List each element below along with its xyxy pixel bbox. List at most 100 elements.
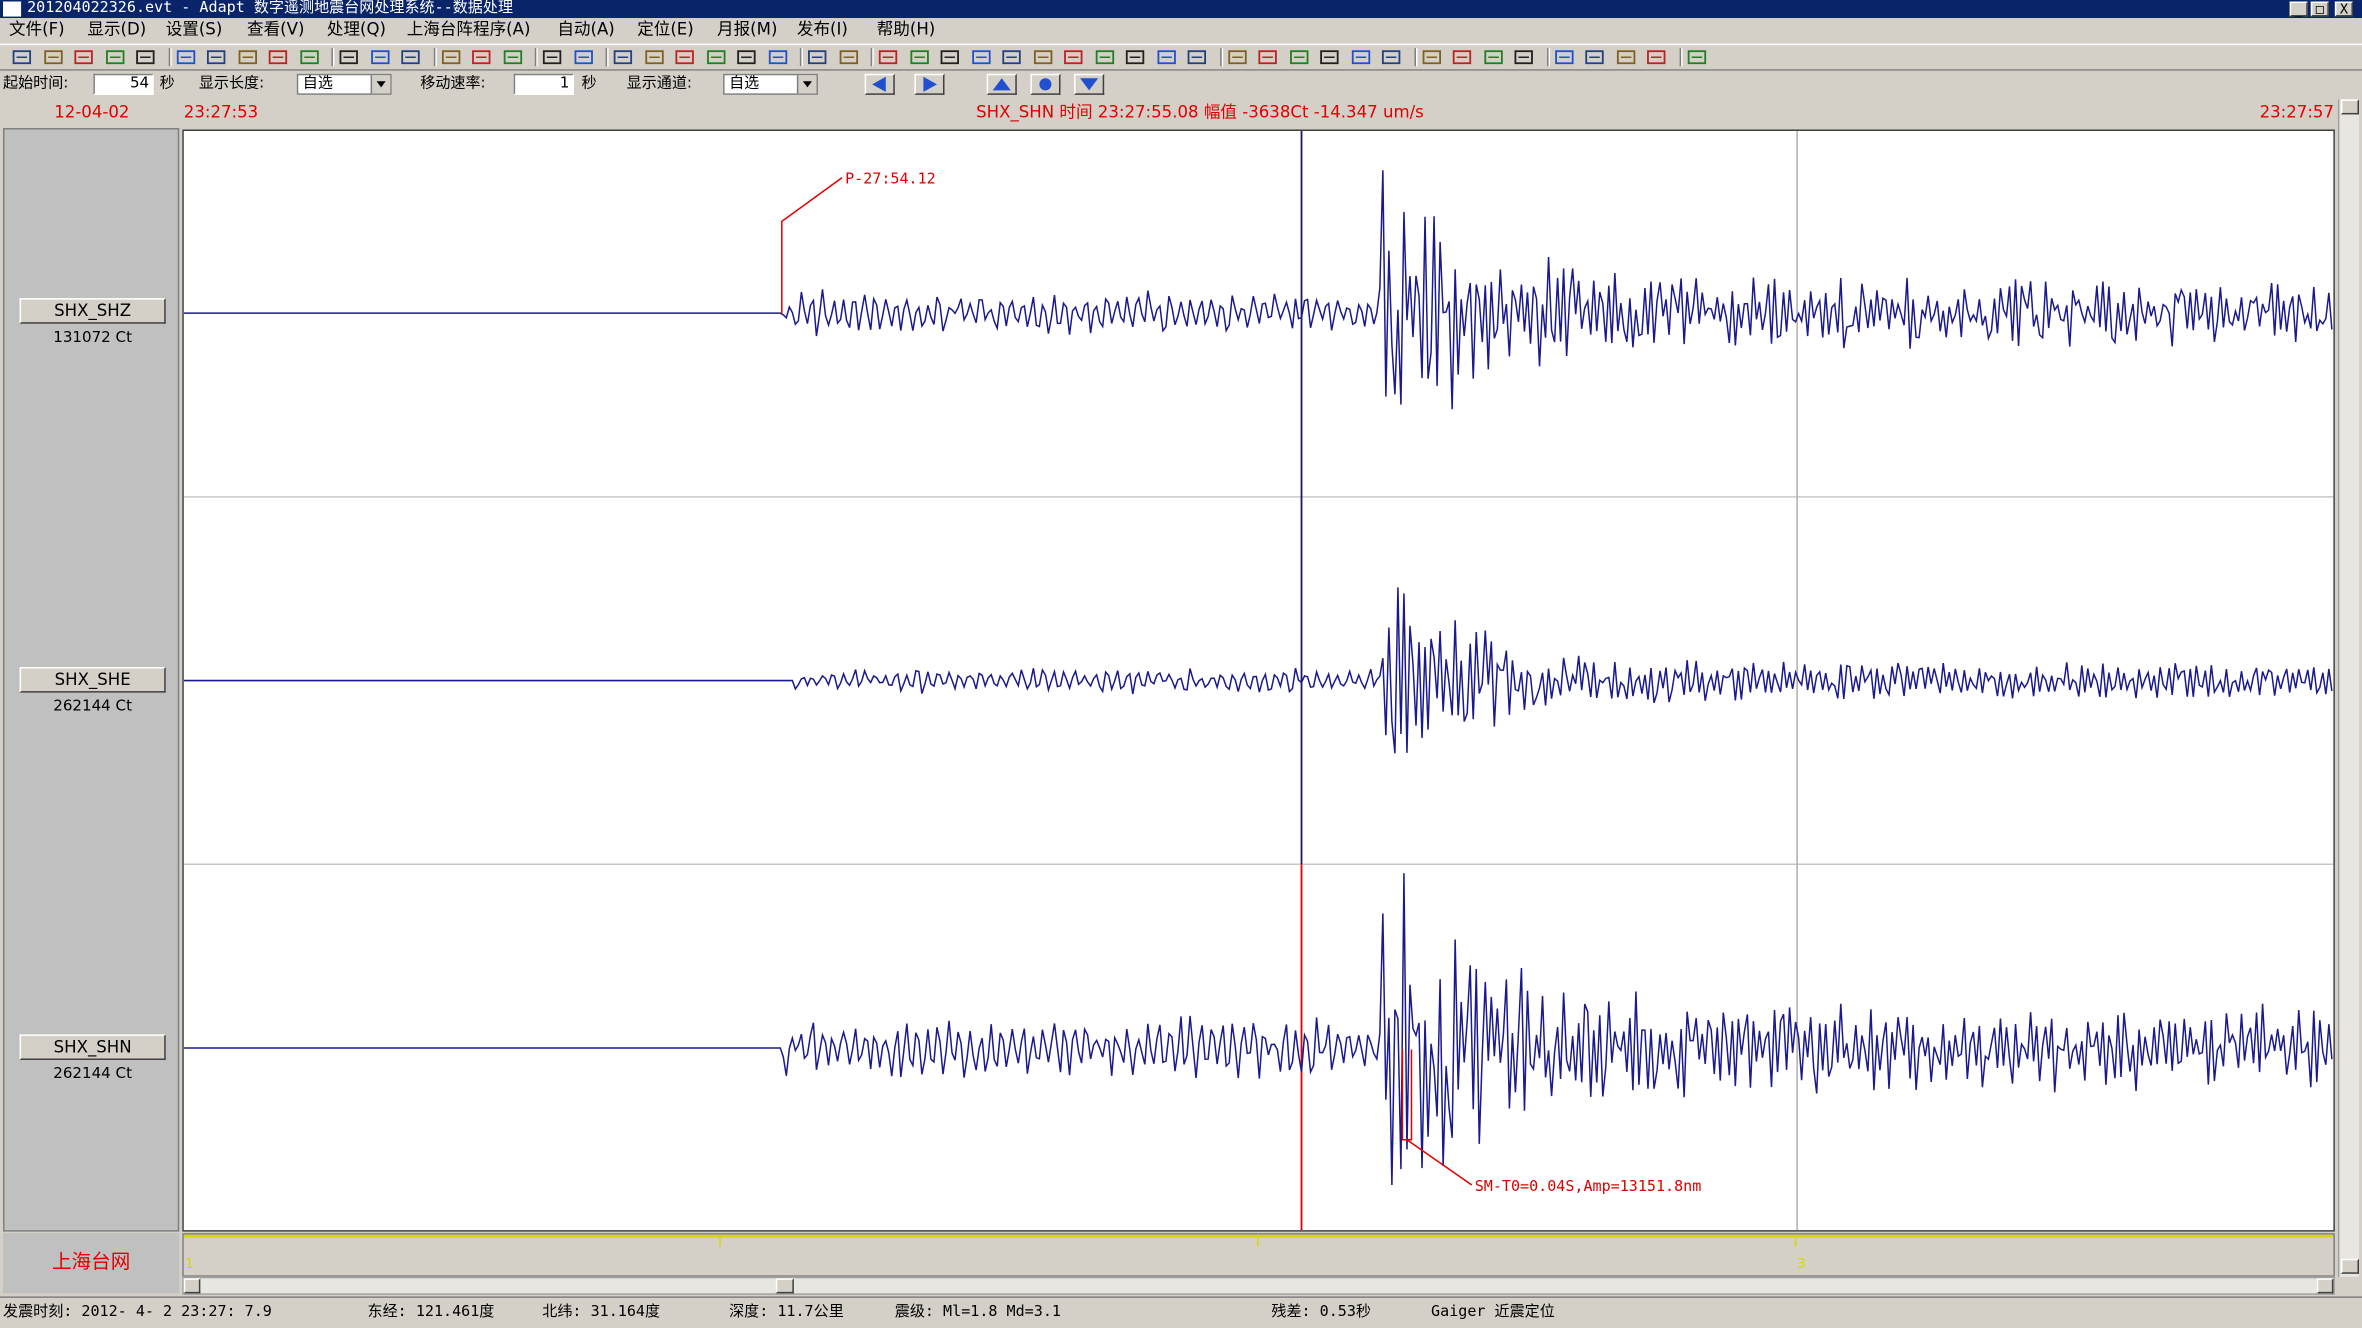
open2-icon[interactable] <box>43 48 63 66</box>
print-icon[interactable] <box>339 48 359 66</box>
copy-icon[interactable] <box>401 48 421 66</box>
list-icon[interactable] <box>471 48 491 66</box>
channel-button-shz[interactable]: SHX_SHZ <box>19 298 166 324</box>
menu-process[interactable]: 处理(Q) <box>327 20 386 41</box>
waveform-plot[interactable]: P-27:54.12 SM-T0=0.04S,Amp=13151.8nm <box>182 129 2335 1232</box>
app-icon <box>3 1 22 17</box>
pick-icon[interactable] <box>644 48 664 66</box>
scroll-left-arrow-icon[interactable] <box>183 1278 201 1294</box>
spectrum-icon[interactable] <box>971 48 991 66</box>
spectrum2-icon[interactable] <box>1002 48 1022 66</box>
star-icon[interactable] <box>1125 48 1145 66</box>
menu-array[interactable]: 上海台阵程序(A) <box>407 20 531 41</box>
display-length-select[interactable]: 自选 <box>296 73 392 95</box>
menu-locate[interactable]: 定位(E) <box>637 20 694 41</box>
open-icon[interactable] <box>12 48 32 66</box>
mark2-icon[interactable] <box>909 48 929 66</box>
amp-up-button[interactable] <box>986 73 1017 95</box>
open3-icon[interactable] <box>74 48 94 66</box>
map-icon[interactable] <box>1064 48 1084 66</box>
scroll-down-arrow-icon[interactable] <box>2340 1258 2359 1274</box>
scroll-right-button[interactable] <box>914 73 945 95</box>
waveform-trace-shn <box>183 873 2333 1185</box>
eraser-icon[interactable] <box>768 48 788 66</box>
scroll-up-arrow-icon[interactable] <box>2340 99 2359 115</box>
scroll-left-button[interactable] <box>864 73 895 95</box>
menu-settings[interactable]: 设置(S) <box>166 20 223 41</box>
grid-icon[interactable] <box>1227 48 1247 66</box>
close-button[interactable]: X <box>2334 1 2353 18</box>
mark-icon[interactable] <box>878 48 898 66</box>
channel-button-shn[interactable]: SHX_SHN <box>19 1034 166 1060</box>
wave-icon[interactable] <box>1094 48 1114 66</box>
save5-icon[interactable] <box>299 48 319 66</box>
grid2-icon[interactable] <box>1258 48 1278 66</box>
pick2-icon[interactable] <box>675 48 695 66</box>
menu-display[interactable]: 显示(D) <box>87 20 146 41</box>
menu-help[interactable]: 帮助(H) <box>877 20 936 41</box>
edit-icon[interactable] <box>1483 48 1503 66</box>
scrollbar-thumb[interactable] <box>775 1278 794 1294</box>
binoculars-icon[interactable] <box>807 48 827 66</box>
report-icon[interactable] <box>1514 48 1534 66</box>
menu-file[interactable]: 文件(F) <box>9 20 65 41</box>
save2-icon[interactable] <box>206 48 226 66</box>
menu-view[interactable]: 查看(V) <box>247 20 304 41</box>
menu-auto[interactable]: 自动(A) <box>557 20 614 41</box>
start-time-readout: 23:27:53 <box>183 102 259 122</box>
info-bar: 12-04-02 23:27:53 SHX_SHN 时间 23:27:55.08… <box>0 99 2362 127</box>
move-speed-input[interactable]: 1 <box>513 73 574 95</box>
bird-icon[interactable] <box>1156 48 1176 66</box>
right-arrow-icon[interactable] <box>1585 48 1605 66</box>
columns-icon[interactable] <box>441 48 461 66</box>
circle-icon[interactable] <box>1033 48 1053 66</box>
cursor-readout: SHX_SHN 时间 23:27:55.08 幅值 -3638Ct -14.34… <box>976 102 1424 122</box>
sound-icon[interactable] <box>1452 48 1472 66</box>
amp-down-button[interactable] <box>1074 73 1105 95</box>
calc-icon[interactable] <box>1421 48 1441 66</box>
horizontal-scrollbar[interactable] <box>182 1276 2335 1295</box>
maximize-button[interactable]: □ <box>2310 1 2329 18</box>
toolbar-separator <box>799 48 803 67</box>
pick3-icon[interactable] <box>706 48 726 66</box>
save-icon[interactable] <box>175 48 195 66</box>
amp-reset-button[interactable] <box>1030 73 1061 95</box>
toolbar <box>0 43 2362 71</box>
minimize-button[interactable]: _ <box>2289 1 2308 18</box>
rotate-icon[interactable] <box>613 48 633 66</box>
zoom-icon[interactable] <box>838 48 858 66</box>
filter-f2-icon[interactable] <box>573 48 593 66</box>
grid3-icon[interactable] <box>1289 48 1309 66</box>
sort-icon[interactable] <box>502 48 522 66</box>
open4-icon[interactable] <box>105 48 125 66</box>
overview-canvas[interactable]: 1 3 <box>183 1234 2334 1276</box>
menu-publish[interactable]: 发布(I) <box>797 20 848 41</box>
down-arrow-icon <box>1080 78 1099 91</box>
p-pick-marker[interactable] <box>781 177 843 314</box>
globe-icon[interactable] <box>1187 48 1207 66</box>
left-arrow-icon[interactable] <box>1554 48 1574 66</box>
down-arrow-icon[interactable] <box>1646 48 1666 66</box>
channel-button-she[interactable]: SHX_SHE <box>19 667 166 693</box>
scroll-right-arrow-icon[interactable] <box>2316 1278 2334 1294</box>
pick4-icon[interactable] <box>737 48 757 66</box>
chevron-down-icon[interactable] <box>796 75 817 94</box>
start-time-input[interactable]: 54 <box>93 73 154 95</box>
table-icon[interactable] <box>1381 48 1401 66</box>
preview-icon[interactable] <box>370 48 390 66</box>
grid5-icon[interactable] <box>1350 48 1370 66</box>
help-icon[interactable] <box>1686 48 1706 66</box>
save3-icon[interactable] <box>237 48 257 66</box>
chevron-down-icon[interactable] <box>370 75 391 94</box>
menu-monthly[interactable]: 月报(M) <box>717 20 777 41</box>
locate-icon[interactable] <box>940 48 960 66</box>
overview-strip[interactable]: 1 3 <box>182 1233 2335 1277</box>
save4-icon[interactable] <box>268 48 288 66</box>
up-arrow-icon[interactable] <box>1616 48 1636 66</box>
waveform-canvas[interactable]: P-27:54.12 SM-T0=0.04S,Amp=13151.8nm <box>183 130 2334 1231</box>
vertical-scrollbar[interactable] <box>2337 99 2359 1277</box>
grid4-icon[interactable] <box>1320 48 1340 66</box>
filter-f-icon[interactable] <box>542 48 562 66</box>
display-channel-select[interactable]: 自选 <box>723 73 818 95</box>
open5-icon[interactable] <box>136 48 156 66</box>
